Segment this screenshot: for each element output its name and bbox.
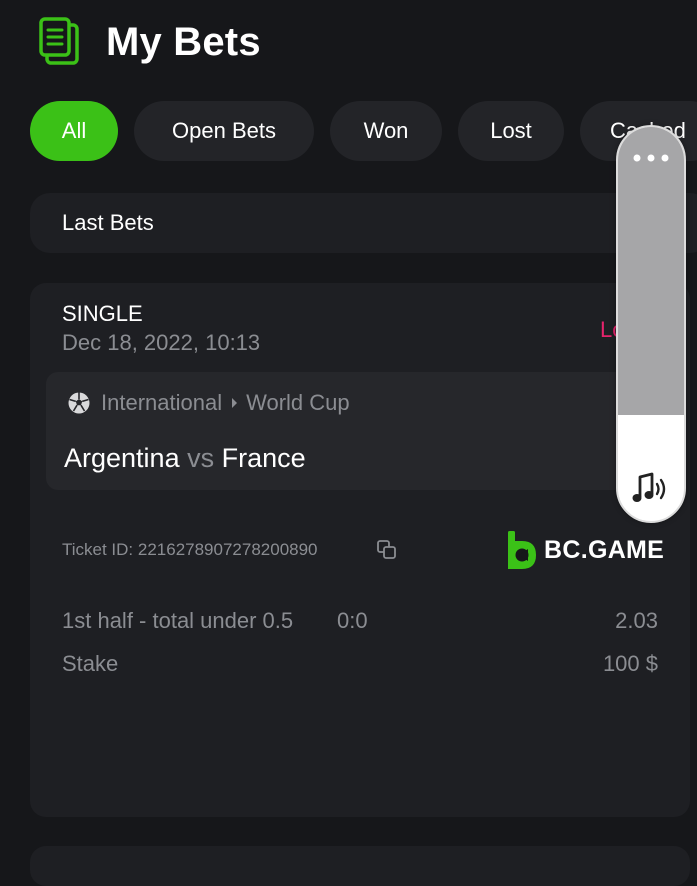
versus-label: vs — [187, 443, 215, 473]
filter-tab-open-bets[interactable]: Open Bets — [134, 101, 314, 161]
away-team: France — [221, 443, 306, 473]
volume-track — [618, 127, 684, 415]
bet-type: SINGLE — [62, 301, 143, 326]
page-title: My Bets — [106, 20, 261, 64]
filter-tab-all[interactable]: All — [30, 101, 118, 161]
ticket-id: Ticket ID: 2216278907278200890 — [62, 540, 318, 559]
match-teams: Argentina vs France — [64, 441, 306, 475]
selection-odds: 2.03 — [615, 608, 658, 633]
league-competition: World Cup — [246, 390, 350, 415]
stake-value: 100 $ — [602, 651, 658, 676]
selection-label: 1st half - total under 0.5 — [62, 608, 294, 633]
breadcrumb-arrow-icon — [232, 398, 238, 408]
filter-tab-lost[interactable]: Lost — [458, 101, 564, 161]
last-bets-label: Last Bets — [62, 210, 154, 235]
stake-label: Stake — [62, 651, 119, 676]
filter-tab-won[interactable]: Won — [330, 101, 442, 161]
league-breadcrumb: International World Cup — [101, 389, 350, 417]
bets-document-icon — [39, 17, 79, 65]
last-bets-dropdown[interactable]: Last Bets — [30, 193, 697, 253]
copy-icon[interactable] — [376, 539, 398, 561]
brand-name: BC.GAME — [544, 536, 665, 564]
volume-slider[interactable] — [616, 125, 686, 523]
selection-score: 0:0 — [337, 608, 368, 633]
league-category: International — [101, 390, 223, 415]
filter-tabs: All Open Bets Won Lost Cashed — [30, 101, 697, 161]
media-volume-icon — [632, 472, 666, 502]
more-options-icon[interactable] — [632, 153, 670, 163]
bc-game-logo-icon — [508, 531, 536, 569]
bet-date: Dec 18, 2022, 10:13 — [62, 330, 261, 355]
bet-card-next[interactable] — [30, 846, 690, 886]
soccer-ball-icon — [68, 392, 90, 414]
home-team: Argentina — [64, 443, 180, 473]
